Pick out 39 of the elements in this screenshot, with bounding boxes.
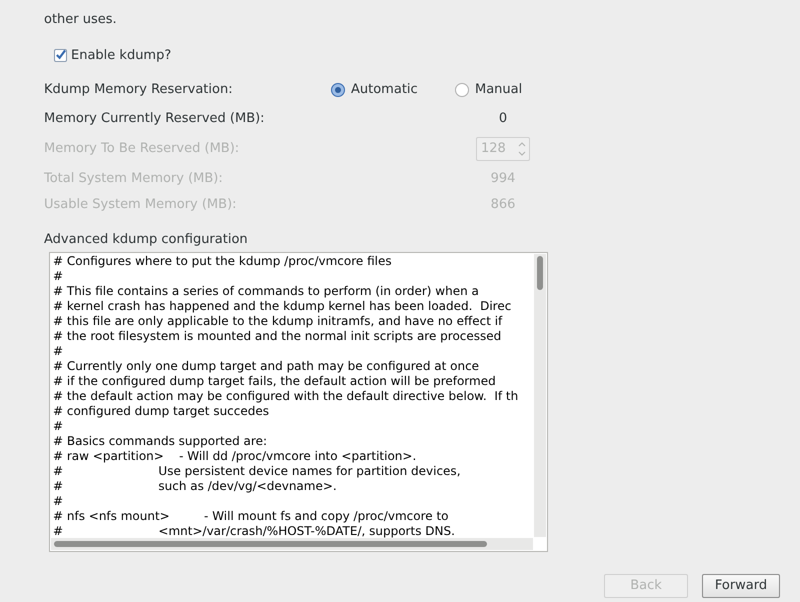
config-line: # Configures where to put the kdump /proc/vmcore files bbox=[53, 254, 392, 269]
field-value: 866 bbox=[490, 196, 516, 214]
config-line: # nfs <nfs mount> - Will mount fs and copy /proc/vmcore to bbox=[53, 509, 448, 524]
radio-button[interactable] bbox=[455, 82, 469, 97]
radio-label: Manual bbox=[475, 81, 522, 99]
intro-text: other uses. bbox=[44, 12, 117, 27]
config-line: # the root filesystem is mounted and the normal init scripts are processed bbox=[53, 329, 502, 344]
horizontal-scrollbar[interactable] bbox=[51, 538, 533, 550]
config-line: # This file contains a series of commands to perform (in order) when a bbox=[53, 284, 479, 299]
config-line: # raw <partition> - Will dd /proc/vmcore into <partition>. bbox=[53, 449, 416, 464]
radio-label: Automatic bbox=[351, 81, 418, 99]
field-label: Memory Currently Reserved (MB): bbox=[44, 110, 265, 128]
forward-button[interactable]: Forward bbox=[702, 574, 780, 598]
config-line: # Use persistent device names for partition devices, bbox=[53, 464, 461, 479]
config-line: # if the configured dump target fails, the default action will be preformed bbox=[53, 374, 496, 389]
field-label: Total System Memory (MB): bbox=[44, 170, 223, 188]
checkbox[interactable] bbox=[54, 48, 67, 62]
config-text-area[interactable] bbox=[49, 252, 548, 552]
config-line: # this file are only applicable to the kdump initramfs, and have no effect if bbox=[53, 314, 502, 329]
radio-button[interactable] bbox=[331, 82, 345, 97]
config-line: # Basics commands supported are: bbox=[53, 434, 268, 449]
config-line: # kernel crash has happened and the kdump kernel has been loaded. Direc bbox=[53, 299, 512, 314]
config-line: # <mnt>/var/crash/%HOST-%DATE/, supports DNS. bbox=[53, 524, 455, 539]
config-line: # configured dump target succedes bbox=[53, 404, 270, 419]
field-value: 0 bbox=[498, 110, 508, 128]
config-line: # bbox=[53, 419, 64, 434]
config-line: # the default action may be configured with the default directive below. If th bbox=[53, 389, 518, 404]
checkbox-label: Enable kdump? bbox=[71, 46, 172, 64]
field-label: Usable System Memory (MB): bbox=[44, 196, 237, 214]
config-line: # bbox=[53, 269, 64, 284]
config-line: # such as /dev/vg/<devname>. bbox=[53, 479, 337, 494]
field-label: Kdump Memory Reservation: bbox=[44, 81, 234, 99]
config-line: # bbox=[53, 494, 64, 509]
field-label: Memory To Be Reserved (MB): bbox=[44, 140, 240, 158]
config-line: # bbox=[53, 344, 64, 359]
vertical-scrollbar[interactable] bbox=[534, 254, 546, 537]
section-label: Advanced kdump configuration bbox=[44, 232, 248, 246]
field-value: 994 bbox=[490, 170, 516, 188]
config-line: # Currently only one dump target and path may be configured at once bbox=[53, 359, 480, 374]
